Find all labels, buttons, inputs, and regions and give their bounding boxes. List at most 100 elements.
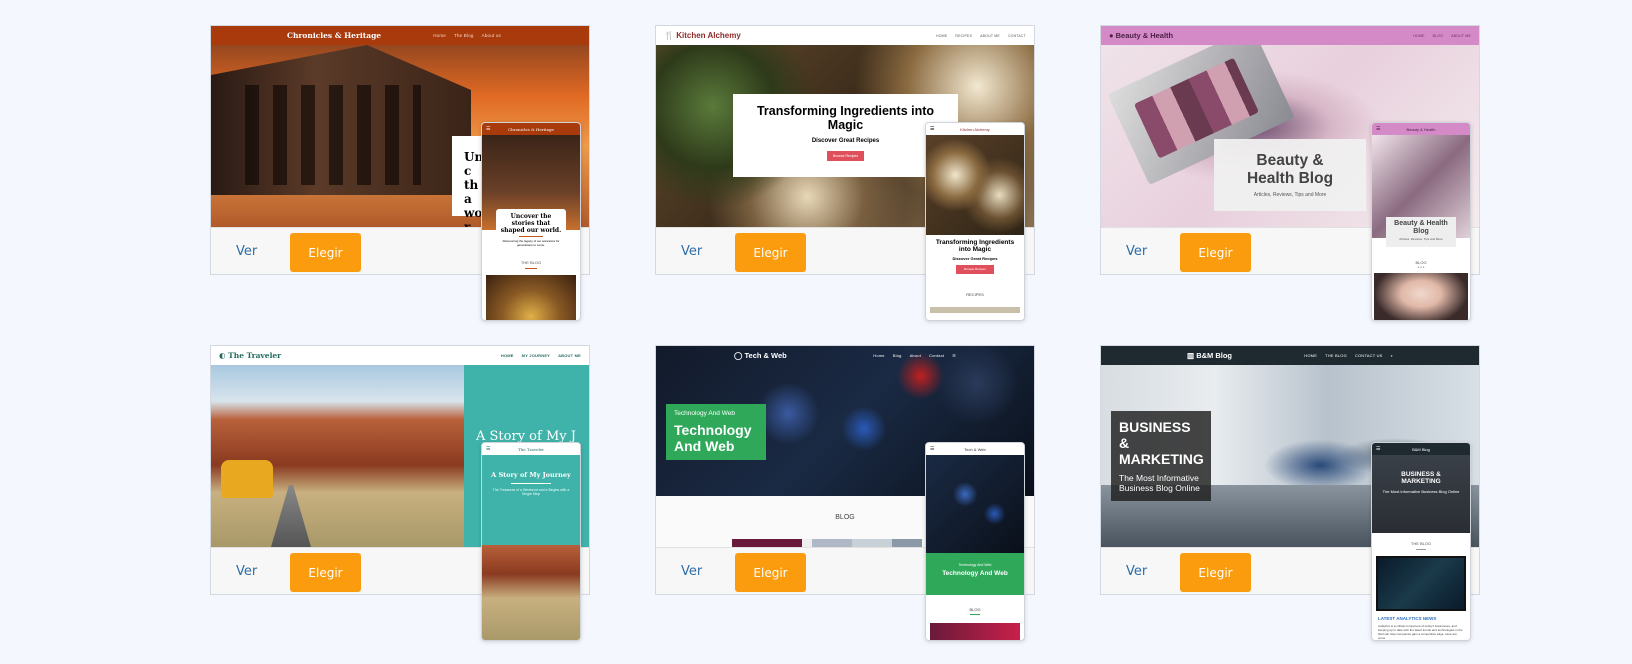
mobile-brand: Kitchen Alchemy xyxy=(960,126,990,132)
nav-home: Home xyxy=(873,353,885,358)
template-card-tech: ◯ Tech & Web Home Blog About Contact ☰ T… xyxy=(655,345,1035,641)
nav-home: HOME xyxy=(936,33,948,38)
brand-text: B&M Blog xyxy=(1196,351,1233,360)
template-card-beauty: ● Beauty & Health HOME BLOG ABOUT ME Bea… xyxy=(1100,25,1480,321)
mobile-hero: BUSINESS & MARKETING The Most Informativ… xyxy=(1372,455,1470,533)
view-button[interactable]: Ver xyxy=(1124,556,1149,588)
nav-about: About us xyxy=(481,33,501,38)
mobile-brand: The Traveler xyxy=(517,446,545,452)
nav-contact: Contact xyxy=(929,353,945,358)
view-button[interactable]: Ver xyxy=(234,236,259,268)
view-button[interactable]: Ver xyxy=(1124,236,1149,268)
nav-about: ABOUT ME xyxy=(1451,33,1471,38)
mobile-preview: ☰ Tech & Web Technology And Web Technolo… xyxy=(925,442,1025,641)
mobile-top-bar: ☰ Kitchen Alchemy xyxy=(926,123,1024,135)
colosseum-image xyxy=(211,45,471,195)
mobile-hero-image xyxy=(926,135,1024,235)
mobile-post-image xyxy=(482,545,580,640)
menu-icon: ☰ xyxy=(930,126,935,132)
top-nav: ◯ Tech & Web Home Blog About Contact ☰ xyxy=(656,346,1034,365)
mobile-subtitle: Discovering the legacy of our ancestors … xyxy=(502,239,560,247)
top-nav: Chronicles & Heritage Home The Blog Abou… xyxy=(211,26,589,45)
mobile-green-box: Technology And Web Technology And Web xyxy=(926,553,1024,595)
view-button[interactable]: Ver xyxy=(679,556,704,588)
menu-icon: ☰ xyxy=(486,446,491,452)
mobile-title: Technology And Web xyxy=(942,570,1008,577)
nav-about: About xyxy=(909,353,922,358)
nav-recipes: RECIPES xyxy=(955,33,973,38)
mobile-heading: Beauty & Health Blog xyxy=(1394,220,1448,235)
nav-blog: BLOG xyxy=(1432,33,1444,38)
view-button[interactable]: Ver xyxy=(234,556,259,588)
view-button[interactable]: Ver xyxy=(679,236,704,268)
template-card-traveler: ◐ The Traveler HOME MY JOURNEY ABOUT ME … xyxy=(210,345,590,641)
nav-journey: MY JOURNEY xyxy=(521,353,551,358)
choose-button[interactable]: Elegir xyxy=(290,553,361,592)
choose-button[interactable]: Elegir xyxy=(290,233,361,272)
mobile-brand: Tech & Web xyxy=(964,446,986,452)
mobile-top-bar: ☰ B&M Blog xyxy=(1372,443,1470,455)
hero-text-box: Beauty & Health Blog Articles, Reviews, … xyxy=(1214,139,1366,211)
choose-button[interactable]: Elegir xyxy=(1180,553,1251,592)
menu-icon: ☰ xyxy=(1376,446,1381,452)
hero-title: Technology And Web xyxy=(674,422,752,454)
nav-home: Home xyxy=(433,33,446,38)
hero-subtitle: The Most Informative Business Blog Onlin… xyxy=(1119,473,1200,493)
mobile-preview: ☰ Chronicles & Heritage Uncover the stor… xyxy=(481,122,581,321)
template-card-business: ▥ B&M Blog HOME THE BLOG CONTACT US ⌕ BU… xyxy=(1100,345,1480,641)
mobile-hero: A Story of My Journey The Treasures of a… xyxy=(482,455,580,545)
nav-blog: Blog xyxy=(892,353,902,358)
mobile-section-title: BLOG xyxy=(969,607,981,612)
brand-name: ◯ Tech & Web xyxy=(734,351,787,360)
brand-text: Kitchen Alchemy xyxy=(676,31,741,40)
mobile-subtitle: The Most Informative Business Blog Onlin… xyxy=(1382,489,1460,494)
nav-home: HOME xyxy=(1413,33,1425,38)
menu-icon: ☰ xyxy=(952,353,956,358)
mobile-brand: B&M Blog xyxy=(1412,446,1430,452)
mobile-hero: Uncover the stories that shaped our worl… xyxy=(482,135,580,253)
nav-contact: CONTACT US xyxy=(1354,353,1383,358)
search-icon: ⌕ xyxy=(1390,353,1393,358)
brand-text: Beauty & Health xyxy=(1115,31,1174,40)
mobile-section-title: THE BLOG xyxy=(1410,541,1432,546)
chart-icon: ▥ xyxy=(1187,351,1195,360)
brand-text: Tech & Web xyxy=(744,351,787,360)
template-card-chronicles: Chronicles & Heritage Home The Blog Abou… xyxy=(210,25,590,321)
mobile-brand: Chronicles & Heritage xyxy=(508,126,554,132)
mobile-heading: BUSINESS & MARKETING xyxy=(1401,471,1441,485)
mobile-top-bar: ☰ Beauty & Health xyxy=(1372,123,1470,135)
mobile-heading: A Story of My Journey xyxy=(491,471,571,479)
brand-name: ▥ B&M Blog xyxy=(1187,351,1232,360)
mobile-heading: Uncover the stories that shaped our worl… xyxy=(500,213,562,234)
template-card-kitchen: 🍴 Kitchen Alchemy HOME RECIPES ABOUT ME … xyxy=(655,25,1035,321)
divider-dots: ● ● ● xyxy=(1417,265,1425,269)
nav-about: ABOUT ME xyxy=(558,353,581,358)
desert-image xyxy=(211,365,464,547)
mobile-preview: ☰ Beauty & Health Beauty & Health Blog A… xyxy=(1371,122,1471,321)
choose-button[interactable]: Elegir xyxy=(1180,233,1251,272)
mobile-hero-button: Browse Recipes xyxy=(956,265,994,274)
brand-name: ◐ The Traveler xyxy=(219,351,281,360)
nav-contact: CONTACT xyxy=(1007,33,1026,38)
hero-button: Browse Recipes xyxy=(826,151,865,161)
mobile-subtitle: Articles, Reviews, Tips and More xyxy=(1399,237,1443,241)
top-nav: ▥ B&M Blog HOME THE BLOG CONTACT US ⌕ xyxy=(1101,346,1479,365)
choose-button[interactable]: Elegir xyxy=(735,553,806,592)
mobile-preview: ☰ B&M Blog BUSINESS & MARKETING The Most… xyxy=(1371,442,1471,641)
top-nav: 🍴 Kitchen Alchemy HOME RECIPES ABOUT ME … xyxy=(656,26,1034,45)
mobile-post-excerpt: Analytics is a critical component of tod… xyxy=(1378,624,1463,640)
mobile-post-image xyxy=(1376,556,1466,611)
menu-icon: ☰ xyxy=(1376,126,1381,132)
hero-title: BUSINESS & MARKETING xyxy=(1119,419,1204,467)
globe-icon: ◯ xyxy=(734,351,743,360)
choose-button[interactable]: Elegir xyxy=(735,233,806,272)
nav-home: HOME xyxy=(500,353,514,358)
mobile-top-bar: ☰ Tech & Web xyxy=(926,443,1024,455)
mobile-preview: ☰ Kitchen Alchemy Transforming Ingredien… xyxy=(925,122,1025,321)
hero-subtitle: Articles, Reviews, Tips and More xyxy=(1253,192,1327,198)
mobile-hero-image xyxy=(926,455,1024,553)
menu-icon: ☰ xyxy=(930,446,935,452)
hero-dark-box: BUSINESS & MARKETING The Most Informativ… xyxy=(1111,411,1211,501)
mobile-kicker: Technology And Web xyxy=(958,563,992,567)
mobile-brand: Beauty & Health xyxy=(1406,126,1436,132)
